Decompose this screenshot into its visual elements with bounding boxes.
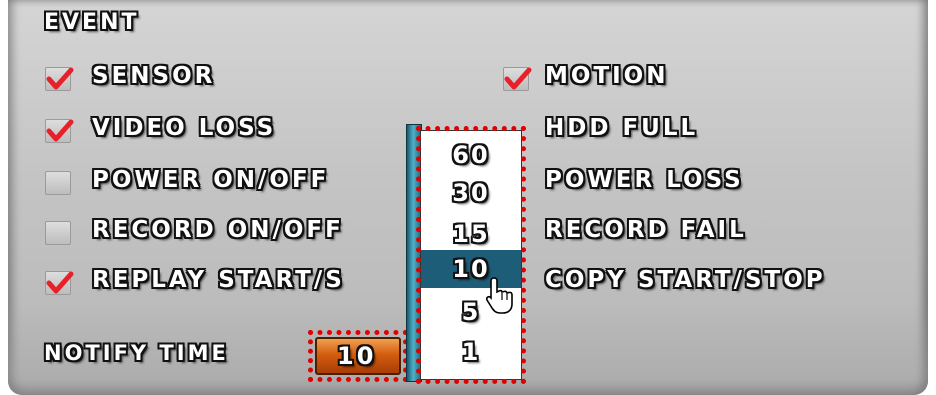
checkbox-motion[interactable] — [503, 67, 532, 91]
label-sensor: SENSOR — [92, 63, 216, 89]
label-hdd-full: HDD FULL — [545, 115, 699, 141]
label-replay-start-stop: REPLAY START/S — [92, 267, 345, 293]
notify-time-label: NOTIFY TIME — [44, 341, 229, 365]
checkbox-power-on-off[interactable] — [45, 171, 71, 195]
checkmark-icon — [46, 119, 74, 142]
notify-time-highlight — [308, 330, 408, 382]
checkbox-record-on-off[interactable] — [45, 221, 71, 245]
label-record-fail: RECORD FAIL — [545, 217, 747, 243]
label-power-loss: POWER LOSS — [545, 167, 744, 193]
checkbox-video-loss[interactable] — [45, 119, 74, 143]
label-power-on-off: POWER ON/OFF — [92, 167, 330, 193]
label-motion: MOTION — [545, 63, 669, 89]
checkbox-sensor[interactable] — [45, 67, 74, 91]
label-record-on-off: RECORD ON/OFF — [92, 217, 344, 243]
label-copy-start-stop: COPY START/STOP — [545, 267, 826, 293]
checkmark-icon — [504, 67, 532, 90]
label-video-loss: VIDEO LOSS — [92, 115, 277, 141]
checkbox-replay-start-stop[interactable] — [45, 271, 74, 295]
checkmark-icon — [46, 67, 74, 90]
checkmark-icon — [46, 271, 74, 294]
section-title: EVENT — [44, 10, 140, 35]
hand-cursor-icon — [486, 277, 513, 314]
dropdown-highlight — [416, 126, 526, 384]
